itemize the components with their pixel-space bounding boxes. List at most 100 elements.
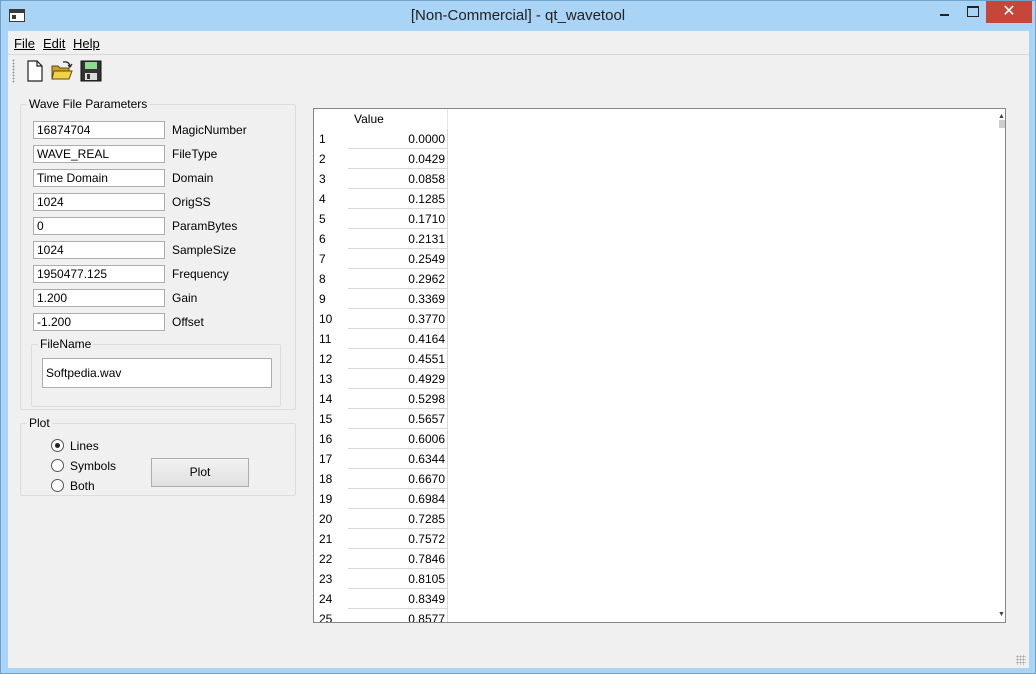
- vertical-scrollbar[interactable]: ▲ ▼: [998, 109, 1005, 622]
- save-file-button[interactable]: [79, 59, 103, 83]
- value-cell[interactable]: 0.1285: [348, 189, 448, 209]
- menu-help[interactable]: Help: [73, 36, 100, 51]
- column-header-value[interactable]: Value: [348, 109, 448, 129]
- scroll-down-arrow-icon[interactable]: ▼: [998, 611, 1005, 618]
- toolbar-grip[interactable]: [12, 59, 15, 83]
- table-row[interactable]: 10 0.3770: [314, 309, 448, 329]
- row-header[interactable]: 23: [314, 569, 348, 589]
- row-header[interactable]: 5: [314, 209, 348, 229]
- row-header[interactable]: 9: [314, 289, 348, 309]
- table-row[interactable]: 9 0.3369: [314, 289, 448, 309]
- value-cell[interactable]: 0.1710: [348, 209, 448, 229]
- value-cell[interactable]: 0.8349: [348, 589, 448, 609]
- sample-size-field[interactable]: 1024: [33, 241, 165, 259]
- table-row[interactable]: 21 0.7572: [314, 529, 448, 549]
- row-header[interactable]: 14: [314, 389, 348, 409]
- value-cell[interactable]: 0.6984: [348, 489, 448, 509]
- value-cell[interactable]: 0.4164: [348, 329, 448, 349]
- value-cell[interactable]: 0.3770: [348, 309, 448, 329]
- value-cell[interactable]: 0.0858: [348, 169, 448, 189]
- value-cell[interactable]: 0.4551: [348, 349, 448, 369]
- table-row[interactable]: 19 0.6984: [314, 489, 448, 509]
- domain-field[interactable]: Time Domain: [33, 169, 165, 187]
- value-cell[interactable]: 0.6344: [348, 449, 448, 469]
- row-header[interactable]: 8: [314, 269, 348, 289]
- row-header[interactable]: 17: [314, 449, 348, 469]
- row-header[interactable]: 1: [314, 129, 348, 149]
- table-row[interactable]: 18 0.6670: [314, 469, 448, 489]
- value-cell[interactable]: 0.3369: [348, 289, 448, 309]
- radio-both[interactable]: Both: [51, 478, 131, 494]
- table-row[interactable]: 7 0.2549: [314, 249, 448, 269]
- table-row[interactable]: 3 0.0858: [314, 169, 448, 189]
- menu-file[interactable]: File: [14, 36, 35, 51]
- filename-field[interactable]: Softpedia.wav: [42, 358, 272, 388]
- row-header[interactable]: 22: [314, 549, 348, 569]
- menu-edit[interactable]: Edit: [43, 36, 65, 51]
- row-header[interactable]: 25: [314, 609, 348, 622]
- row-header[interactable]: 18: [314, 469, 348, 489]
- radio-symbols-indicator[interactable]: [51, 459, 64, 472]
- table-row[interactable]: 22 0.7846: [314, 549, 448, 569]
- row-header[interactable]: 4: [314, 189, 348, 209]
- row-header[interactable]: 24: [314, 589, 348, 609]
- table-row[interactable]: 23 0.8105: [314, 569, 448, 589]
- plot-button[interactable]: Plot: [151, 458, 249, 487]
- table-row[interactable]: 15 0.5657: [314, 409, 448, 429]
- magic-number-field[interactable]: 16874704: [33, 121, 165, 139]
- row-header[interactable]: 11: [314, 329, 348, 349]
- value-cell[interactable]: 0.6006: [348, 429, 448, 449]
- table-corner-cell[interactable]: [314, 109, 348, 129]
- radio-lines-indicator[interactable]: [51, 439, 64, 452]
- table-row[interactable]: 6 0.2131: [314, 229, 448, 249]
- value-cell[interactable]: 0.7846: [348, 549, 448, 569]
- row-header[interactable]: 6: [314, 229, 348, 249]
- value-cell[interactable]: 0.6670: [348, 469, 448, 489]
- table-row[interactable]: 13 0.4929: [314, 369, 448, 389]
- row-header[interactable]: 2: [314, 149, 348, 169]
- table-row[interactable]: 16 0.6006: [314, 429, 448, 449]
- row-header[interactable]: 13: [314, 369, 348, 389]
- resize-grip[interactable]: [1016, 655, 1026, 665]
- frequency-field[interactable]: 1950477.125: [33, 265, 165, 283]
- table-row[interactable]: 5 0.1710: [314, 209, 448, 229]
- table-row[interactable]: 17 0.6344: [314, 449, 448, 469]
- value-cell[interactable]: 0.8105: [348, 569, 448, 589]
- table-row[interactable]: 25 0.8577: [314, 609, 448, 622]
- values-table[interactable]: Value 1 0.0000 2 0.0429 3 0.0858 4 0.1285 5 0.171…: [313, 108, 1006, 623]
- param-bytes-field[interactable]: 0: [33, 217, 165, 235]
- table-row[interactable]: 14 0.5298: [314, 389, 448, 409]
- file-type-field[interactable]: WAVE_REAL: [33, 145, 165, 163]
- radio-both-indicator[interactable]: [51, 479, 64, 492]
- scroll-thumb[interactable]: [999, 120, 1005, 128]
- value-cell[interactable]: 0.7285: [348, 509, 448, 529]
- value-cell[interactable]: 0.0000: [348, 129, 448, 149]
- value-cell[interactable]: 0.5298: [348, 389, 448, 409]
- offset-field[interactable]: -1.200: [33, 313, 165, 331]
- minimize-button[interactable]: [931, 1, 957, 23]
- table-row[interactable]: 24 0.8349: [314, 589, 448, 609]
- table-row[interactable]: 20 0.7285: [314, 509, 448, 529]
- row-header[interactable]: 16: [314, 429, 348, 449]
- value-cell[interactable]: 0.2131: [348, 229, 448, 249]
- value-cell[interactable]: 0.0429: [348, 149, 448, 169]
- radio-lines[interactable]: Lines: [51, 438, 131, 454]
- row-header[interactable]: 12: [314, 349, 348, 369]
- value-cell[interactable]: 0.7572: [348, 529, 448, 549]
- table-row[interactable]: 1 0.0000: [314, 129, 448, 149]
- row-header[interactable]: 10: [314, 309, 348, 329]
- table-row[interactable]: 12 0.4551: [314, 349, 448, 369]
- value-cell[interactable]: 0.2549: [348, 249, 448, 269]
- orig-ss-field[interactable]: 1024: [33, 193, 165, 211]
- row-header[interactable]: 3: [314, 169, 348, 189]
- table-row[interactable]: 8 0.2962: [314, 269, 448, 289]
- table-row[interactable]: 4 0.1285: [314, 189, 448, 209]
- table-row[interactable]: 2 0.0429: [314, 149, 448, 169]
- value-cell[interactable]: 0.2962: [348, 269, 448, 289]
- open-file-button[interactable]: [50, 59, 74, 83]
- maximize-button[interactable]: [959, 1, 985, 23]
- radio-symbols[interactable]: Symbols: [51, 458, 131, 474]
- row-header[interactable]: 7: [314, 249, 348, 269]
- title-bar[interactable]: [Non-Commercial] - qt_wavetool ✕: [1, 1, 1035, 31]
- gain-field[interactable]: 1.200: [33, 289, 165, 307]
